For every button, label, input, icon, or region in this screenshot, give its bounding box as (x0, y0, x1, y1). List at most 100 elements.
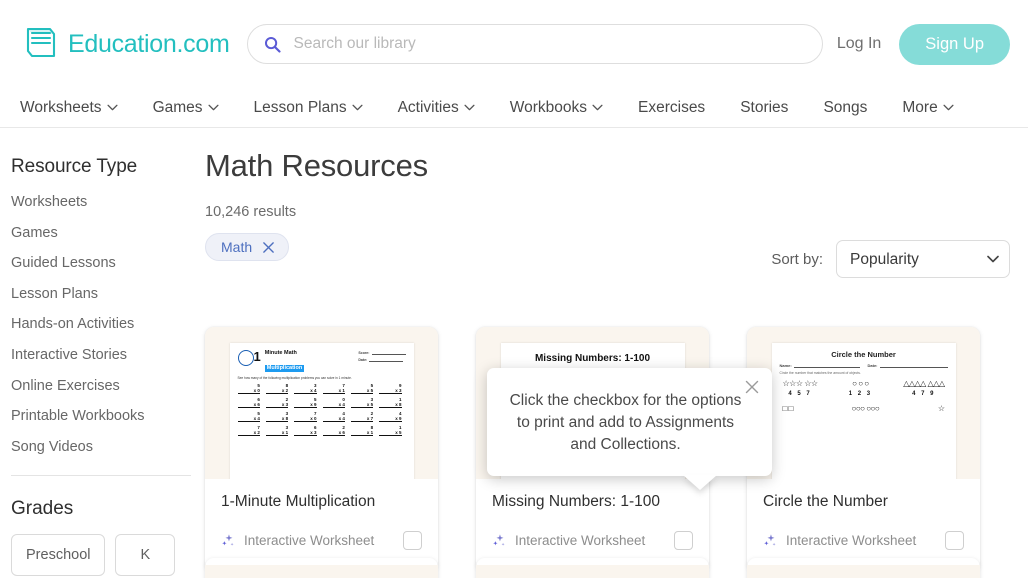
main-navigation: Worksheets Games Lesson Plans Activities… (0, 88, 1028, 128)
result-card-circle-the-number[interactable]: Circle the Number Name: Date: Circle the… (747, 327, 980, 571)
search-bar[interactable] (247, 24, 823, 64)
group-shapes: ☆☆☆ ☆☆ (782, 379, 819, 388)
problem: 3x 8 (265, 411, 292, 422)
problem: 3x 4 (294, 383, 320, 394)
close-icon[interactable] (744, 379, 760, 395)
card-body: Circle the Number Interactive Worksheet (747, 479, 980, 550)
sparkle-icon (493, 534, 505, 546)
nav-item-lesson-plans[interactable]: Lesson Plans (254, 99, 380, 117)
sidebar-item-printable-workbooks[interactable]: Printable Workbooks (11, 408, 205, 439)
header-actions: Log In Sign Up (823, 23, 1010, 65)
signup-button[interactable]: Sign Up (899, 23, 1010, 65)
card-checkbox[interactable] (945, 531, 964, 550)
problem: 5x 0 (237, 383, 264, 394)
nav-item-workbooks[interactable]: Workbooks (510, 99, 620, 117)
worksheet-heading: Circle the Number (831, 350, 896, 359)
search-input[interactable] (293, 35, 806, 53)
sort-select-wrapper: Popularity Most Recent Title Relevance (836, 240, 1010, 278)
nav-label: Worksheets (20, 98, 102, 116)
card-checkbox[interactable] (403, 531, 422, 550)
worksheet-instruction: See how many of the following multiplica… (237, 376, 352, 380)
filter-chip-math[interactable]: Math (205, 233, 290, 261)
nav-item-songs[interactable]: Songs (823, 99, 884, 117)
nav-item-exercises[interactable]: Exercises (638, 99, 722, 117)
problem: 7x 1 (322, 383, 349, 394)
nav-item-stories[interactable]: Stories (740, 99, 805, 117)
sparkle-icon (764, 534, 776, 546)
score-field: Score: (358, 350, 406, 355)
group-shapes: ○ ○ ○ (852, 379, 869, 388)
card-title: 1-Minute Multiplication (221, 493, 376, 510)
sort-controls: Sort by: Popularity Most Recent Title Re… (771, 240, 1010, 278)
sidebar-item-games[interactable]: Games (11, 225, 205, 256)
chevron-down-icon (943, 104, 954, 111)
problem: 9x 3 (379, 383, 405, 394)
problem: 2x 6 (322, 425, 349, 436)
problem: 7x 2 (237, 425, 264, 436)
worksheet-preview-circle-number: Circle the Number Name: Date: Circle the… (771, 343, 956, 479)
card-checkbox[interactable] (674, 531, 693, 550)
sort-label: Sort by: (771, 250, 823, 268)
nav-item-activities[interactable]: Activities (398, 99, 492, 117)
problem: 3x 1 (265, 425, 292, 436)
card-type-label: Interactive Worksheet (244, 533, 375, 548)
sparkle-icon (222, 534, 234, 546)
problem: 4x 9 (379, 411, 405, 422)
card-thumbnail: 1 Minute Math Multiplication Score: Date… (205, 327, 438, 479)
problem: 7x 0 (294, 411, 320, 422)
problem: 8x 2 (265, 383, 292, 394)
card-meta: Interactive Worksheet (221, 531, 422, 550)
grade-button-preschool[interactable]: Preschool (11, 534, 106, 577)
nav-item-worksheets[interactable]: Worksheets (20, 99, 135, 117)
resource-type-list: Worksheets Games Guided Lessons Lesson P… (11, 194, 205, 469)
nav-item-games[interactable]: Games (153, 99, 236, 117)
result-card-partial[interactable] (476, 558, 709, 578)
site-logo[interactable]: Education.com (20, 23, 230, 65)
object-group: ○ ○ ○ 1 2 3 (849, 379, 872, 398)
grades-heading: Grades (11, 498, 74, 520)
result-card-partial[interactable] (747, 558, 980, 578)
date-field: Date: (358, 357, 405, 362)
login-link[interactable]: Log In (823, 27, 895, 61)
sort-select[interactable]: Popularity Most Recent Title Relevance (836, 240, 1010, 278)
grades-button-group: Preschool K (11, 534, 205, 577)
results-count: 10,246 results (205, 204, 297, 220)
tooltip-pointer (683, 475, 717, 490)
name-field: Name: (780, 363, 860, 368)
main-results: Math Resources 10,246 results Math Sort … (205, 128, 1028, 578)
close-icon[interactable] (262, 241, 275, 254)
sidebar-item-interactive-stories[interactable]: Interactive Stories (11, 347, 205, 378)
sidebar-item-hands-on-activities[interactable]: Hands-on Activities (11, 316, 205, 347)
problem: 6x 6 (237, 397, 264, 408)
group-shapes: △△△△ △△△ (903, 379, 945, 388)
score-date-fields: Score: Date: (358, 350, 406, 365)
worksheet-heading: Minute Math Multiplication (264, 350, 305, 374)
card-thumbnail: Circle the Number Name: Date: Circle the… (747, 327, 980, 479)
sidebar-item-song-videos[interactable]: Song Videos (11, 439, 205, 470)
card-type-label: Interactive Worksheet (786, 533, 917, 548)
nav-label: Games (152, 98, 203, 116)
problem: 1x 5 (379, 425, 405, 436)
problem: 4x 4 (322, 411, 349, 422)
group-numbers: 4 5 7 (788, 391, 812, 397)
worksheet-preview-minute-math: 1 Minute Math Multiplication Score: Date… (229, 343, 414, 479)
result-card-partial[interactable] (205, 558, 438, 578)
resource-type-heading: Resource Type (11, 156, 138, 177)
problem: 8x 1 (350, 425, 377, 436)
sidebar-item-worksheets[interactable]: Worksheets (11, 194, 205, 225)
nav-label: Activities (397, 98, 459, 116)
sidebar-item-online-exercises[interactable]: Online Exercises (11, 378, 205, 409)
sidebar-item-guided-lessons[interactable]: Guided Lessons (11, 255, 205, 286)
nav-label: Workbooks (509, 98, 587, 116)
result-card-1-minute-multiplication[interactable]: 1 Minute Math Multiplication Score: Date… (205, 327, 438, 571)
problem: 5x 5 (350, 383, 377, 394)
worksheet-heading: Missing Numbers: 1-100 (534, 353, 651, 364)
grade-button-k[interactable]: K (115, 534, 176, 577)
nav-item-more[interactable]: More (902, 99, 970, 117)
chevron-down-icon (464, 104, 475, 111)
sidebar-item-lesson-plans[interactable]: Lesson Plans (11, 286, 205, 317)
problem: 0x 4 (322, 397, 349, 408)
card-title: Circle the Number (763, 493, 888, 510)
nav-label: More (902, 98, 938, 116)
heading-line-2: Multiplication (264, 365, 305, 372)
